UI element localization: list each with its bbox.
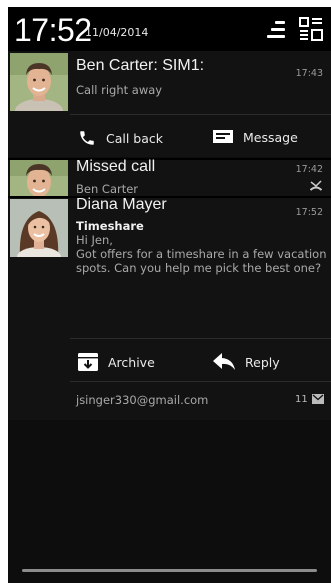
message-button[interactable]: Message [213,129,298,145]
notification-title: Ben Carter: SIM1: [76,57,205,74]
clock: 17:52 [14,12,92,48]
phone-screen: 17:52 11/04/2014 Ben Carter: SIM1: Call … [8,7,331,583]
phone-icon [80,131,94,145]
notification-sms[interactable]: Ben Carter: SIM1: Call right away 17:43 … [8,51,331,157]
message-label: Message [243,129,298,145]
notification-title: Diana Mayer [76,196,167,213]
archive-button[interactable]: Archive [78,353,155,371]
archive-label: Archive [108,354,155,370]
notification-time: 17:43 [295,68,323,79]
notification-time: 17:42 [295,164,323,175]
notification-subtitle: Call right away [76,83,163,97]
message-icon [213,130,233,143]
notification-subtitle: Ben Carter [76,182,139,196]
divider [70,114,331,115]
notification-title: Missed call [76,158,156,175]
email-body-line: Hi Jen, [76,233,113,247]
reply-button[interactable]: Reply [213,353,280,371]
quick-settings-icon[interactable] [299,17,323,41]
notification-email[interactable]: Diana Mayer 17:52 Timeshare Hi Jen, Got … [8,196,331,420]
divider [70,381,331,382]
drag-handle[interactable] [22,569,317,572]
email-count: 11 [295,394,308,405]
archive-icon [78,353,98,371]
call-back-button[interactable]: Call back [78,129,163,147]
email-body-line: Got offers for a timeshare in a few vaca… [76,247,327,261]
mail-icon [312,394,324,404]
notification-time: 17:52 [295,207,323,218]
account-email: jsinger330@gmail.com [76,393,209,407]
email-body-line: spots. Can you help me pick the best one… [76,261,322,275]
call-back-label: Call back [106,130,164,146]
reply-icon [213,353,235,370]
avatar-ben-carter [10,53,68,111]
avatar-ben-carter-small [10,160,68,196]
reply-label: Reply [245,354,280,370]
missed-call-icon [310,180,322,191]
clear-all-icon[interactable] [267,20,285,40]
date: 11/04/2014 [85,26,149,39]
notification-missed-call[interactable]: Missed call Ben Carter 17:42 [8,158,331,196]
email-subject: Timeshare [76,219,144,233]
divider [70,338,331,339]
notification-header: 17:52 11/04/2014 [8,7,331,51]
avatar-diana-mayer [10,199,68,257]
